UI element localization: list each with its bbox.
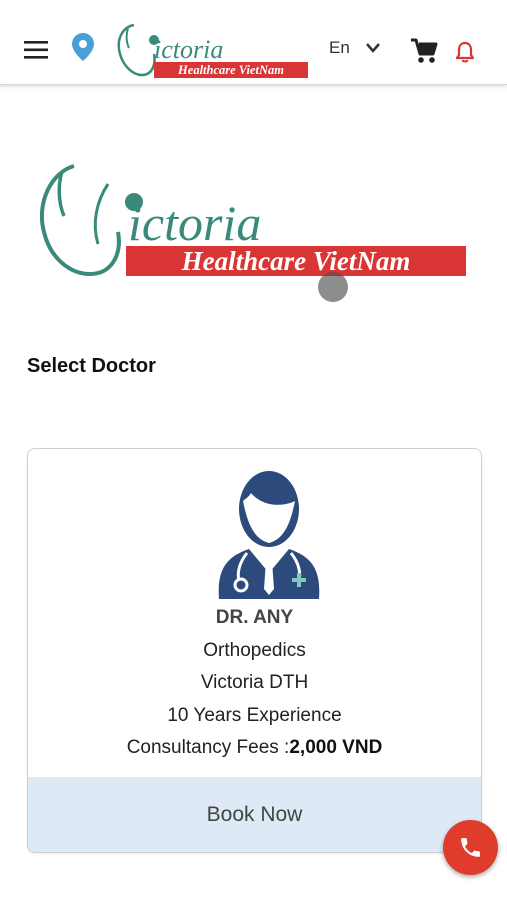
brand-logo-tagline: Healthcare VietNam [181, 246, 411, 276]
shopping-cart-icon[interactable] [410, 38, 438, 64]
hamburger-menu-icon[interactable] [24, 40, 48, 60]
doctor-card[interactable]: DR. ANY Orthopedics Victoria DTH 10 Year… [27, 448, 482, 853]
header-logo[interactable]: ictoria Healthcare VietNam [112, 20, 308, 80]
doctor-avatar-icon [218, 471, 320, 599]
fees-value: 2,000 VND [289, 737, 383, 758]
map-pin-icon[interactable] [72, 33, 94, 61]
chevron-down-icon [366, 43, 380, 53]
brand-logo: ictoria Healthcare VietNam [39, 164, 466, 277]
call-fab-button[interactable] [443, 820, 498, 875]
brand-logo-word: ictoria [128, 195, 261, 251]
doctor-name: DR. ANY [215, 607, 294, 628]
fees-label: Consultancy Fees : [126, 737, 290, 758]
app-header: ictoria Healthcare VietNam En [0, 0, 507, 85]
header-logo-word: ictoria [154, 35, 223, 64]
phone-icon [461, 838, 480, 857]
header-logo-tagline: Healthcare VietNam [177, 63, 284, 77]
doctor-hospital: Victoria DTH [200, 672, 309, 693]
notification-bell-icon[interactable] [456, 41, 474, 63]
touch-indicator [318, 272, 348, 302]
book-now-button[interactable]: Book Now [28, 777, 481, 852]
doctor-specialty: Orthopedics [203, 640, 306, 661]
consultancy-fees: Consultancy Fees :2,000 VND [28, 737, 481, 759]
doctor-experience: 10 Years Experience [167, 705, 342, 726]
section-title: Select Doctor [27, 355, 156, 377]
language-selector[interactable]: En [329, 38, 380, 58]
language-label: En [329, 38, 350, 57]
